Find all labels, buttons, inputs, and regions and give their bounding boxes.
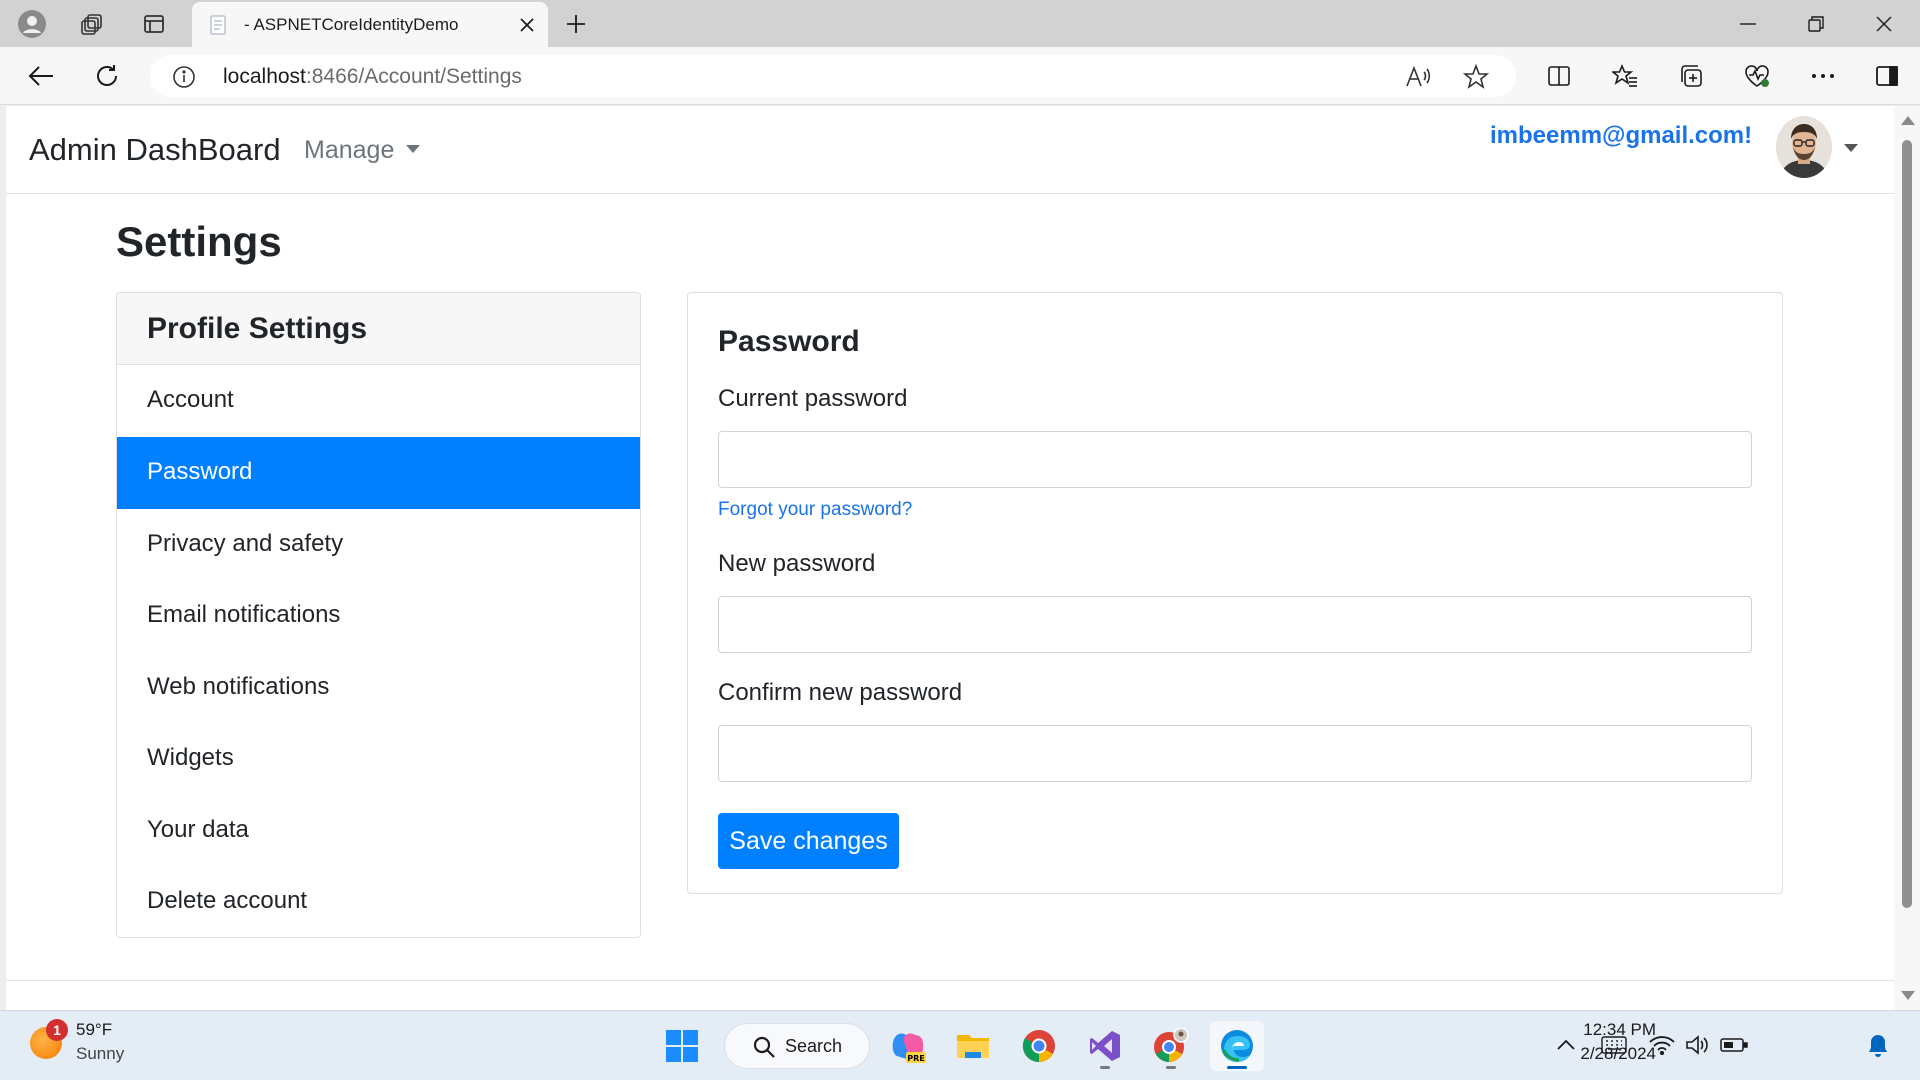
weather-temperature[interactable]: 59°F <box>76 1020 112 1040</box>
svg-text:PRE: PRE <box>907 1054 925 1063</box>
tab-actions-icon[interactable] <box>136 6 172 42</box>
chrome-icon[interactable] <box>1012 1021 1066 1071</box>
back-icon[interactable] <box>22 57 60 95</box>
settings-item-widgets[interactable]: Widgets <box>117 723 640 795</box>
running-indicator <box>1166 1066 1176 1069</box>
forgot-password-link[interactable]: Forgot your password? <box>718 499 912 521</box>
start-button[interactable] <box>655 1021 709 1071</box>
page-viewport: Admin DashBoard Manage imbeemm@gmail.com… <box>6 106 1894 1010</box>
settings-item-label: Web notifications <box>147 673 330 700</box>
settings-item-privacy[interactable]: Privacy and safety <box>117 509 640 581</box>
settings-item-your-data[interactable]: Your data <box>117 795 640 867</box>
page-scrollbar[interactable] <box>1894 106 1920 1010</box>
scroll-thumb[interactable] <box>1902 140 1912 908</box>
profile-settings-title: Profile Settings <box>147 312 368 345</box>
confirm-password-label: Confirm new password <box>718 679 963 706</box>
password-form-card: Password Current password Forgot your pa… <box>687 292 1783 894</box>
settings-item-password[interactable]: Password <box>117 437 640 509</box>
scroll-down-arrow-icon[interactable] <box>1901 991 1915 1000</box>
profile-settings-menu: Profile Settings Account Password Privac… <box>116 292 641 938</box>
settings-item-account[interactable]: Account <box>117 365 640 437</box>
volume-icon[interactable] <box>1684 1031 1712 1059</box>
close-window-icon[interactable] <box>1854 0 1914 47</box>
avatar[interactable] <box>1776 116 1832 178</box>
current-password-input[interactable] <box>718 431 1752 488</box>
settings-item-label: Password <box>147 458 253 485</box>
site-navbar: Admin DashBoard Manage imbeemm@gmail.com… <box>6 106 1894 194</box>
favorites-icon[interactable] <box>1606 57 1644 95</box>
workspaces-icon[interactable] <box>74 6 110 42</box>
running-indicator <box>1100 1066 1110 1069</box>
active-indicator <box>1227 1066 1247 1069</box>
manage-dropdown[interactable]: Manage <box>304 136 421 165</box>
browser-essentials-icon[interactable] <box>1738 57 1776 95</box>
read-aloud-icon[interactable] <box>1404 63 1432 91</box>
more-menu-icon[interactable] <box>1804 57 1842 95</box>
close-tab-icon[interactable] <box>512 10 542 40</box>
favorite-star-icon[interactable] <box>1462 63 1490 91</box>
new-password-input[interactable] <box>718 596 1752 653</box>
manage-label: Manage <box>304 136 395 164</box>
url-path: :8466/Account/Settings <box>305 65 522 88</box>
settings-item-label: Privacy and safety <box>147 530 344 557</box>
settings-item-label: Widgets <box>147 744 234 771</box>
address-field[interactable]: localhost:8466/Account/Settings <box>150 55 1516 97</box>
scroll-up-arrow-icon[interactable] <box>1901 116 1915 125</box>
search-label: Search <box>785 1036 843 1056</box>
page-favicon-icon <box>208 15 228 35</box>
user-menu-chevron-icon[interactable] <box>1844 144 1858 152</box>
page-title: Settings <box>116 218 282 265</box>
brand-link[interactable]: Admin DashBoard <box>29 132 281 168</box>
user-email[interactable]: imbeemm@gmail.com! <box>1490 122 1752 150</box>
settings-item-label: Your data <box>147 816 249 843</box>
chrome-profile-icon[interactable] <box>1144 1021 1198 1071</box>
profile-icon[interactable] <box>14 6 50 42</box>
address-toolbar: localhost:8466/Account/Settings <box>0 47 1920 105</box>
battery-icon[interactable] <box>1720 1031 1748 1059</box>
settings-item-email-notifications[interactable]: Email notifications <box>117 580 640 652</box>
browser-tab-bar: - ASPNETCoreIdentityDemo <box>0 0 1920 47</box>
notification-bell-icon[interactable] <box>1864 1031 1892 1059</box>
clock-date[interactable]: 2/28/2024 <box>1536 1044 1656 1064</box>
clock-time[interactable]: 12:34 PM <box>1536 1020 1656 1040</box>
weather-condition[interactable]: Sunny <box>76 1044 124 1064</box>
edge-icon[interactable] <box>1210 1021 1264 1071</box>
password-form-title: Password <box>718 325 860 358</box>
search-icon <box>753 1036 775 1058</box>
sidebar-toggle-icon[interactable] <box>1868 57 1906 95</box>
save-changes-button[interactable]: Save changes <box>718 813 899 869</box>
active-tab[interactable]: - ASPNETCoreIdentityDemo <box>192 2 548 47</box>
confirm-password-input[interactable] <box>718 725 1752 782</box>
chevron-down-icon <box>406 145 421 154</box>
windows-taskbar: 1 59°F Sunny Search PRE 12:34 PM 2/28/20… <box>0 1010 1920 1080</box>
new-password-label: New password <box>718 550 876 577</box>
copilot-pre-icon[interactable]: PRE <box>881 1021 935 1071</box>
settings-item-web-notifications[interactable]: Web notifications <box>117 652 640 724</box>
footer-divider <box>6 980 1894 981</box>
minimize-icon[interactable] <box>1718 0 1778 47</box>
new-tab-icon[interactable] <box>558 6 594 42</box>
visual-studio-icon[interactable] <box>1078 1021 1132 1071</box>
file-explorer-icon[interactable] <box>946 1021 1000 1071</box>
current-password-label: Current password <box>718 385 908 412</box>
tab-title: - ASPNETCoreIdentityDemo <box>244 15 459 34</box>
site-info-icon[interactable] <box>172 65 196 89</box>
settings-item-label: Email notifications <box>147 601 341 628</box>
settings-item-delete-account[interactable]: Delete account <box>117 866 640 937</box>
profile-settings-header: Profile Settings <box>117 293 640 365</box>
split-screen-icon[interactable] <box>1540 57 1578 95</box>
url-host: localhost <box>223 65 306 88</box>
collections-icon[interactable] <box>1672 57 1710 95</box>
weather-alert-badge: 1 <box>46 1019 68 1041</box>
refresh-icon[interactable] <box>88 57 126 95</box>
taskbar-search-box[interactable]: Search <box>724 1023 870 1069</box>
settings-item-label: Account <box>147 386 234 413</box>
restore-icon[interactable] <box>1786 0 1846 47</box>
settings-item-label: Delete account <box>147 887 308 914</box>
url-text: localhost:8466/Account/Settings <box>223 65 522 89</box>
